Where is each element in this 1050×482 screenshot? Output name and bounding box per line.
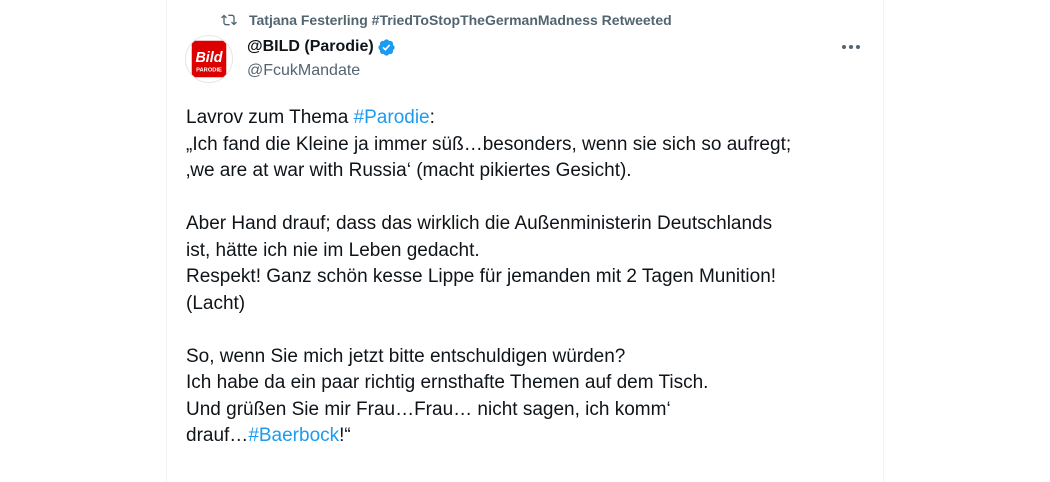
tweet-line-text: drauf… bbox=[186, 425, 249, 446]
retweet-label[interactable]: Tatjana Festerling #TriedToStopTheGerman… bbox=[249, 12, 672, 28]
hashtag-parodie-link[interactable]: #Parodie bbox=[354, 107, 430, 128]
svg-text:PARODIE: PARODIE bbox=[196, 67, 222, 73]
author-display-name[interactable]: @BILD (Parodie) bbox=[247, 38, 374, 56]
retweet-icon bbox=[221, 14, 237, 26]
tweet-line: ist, hätte ich nie im Leben gedacht. bbox=[186, 239, 480, 261]
retweet-context: Tatjana Festerling #TriedToStopTheGerman… bbox=[221, 9, 672, 31]
tweet-text: Lavrov zum Thema #Parodie: „Ich fand die… bbox=[186, 105, 866, 450]
tweet-line: drauf…#Baerbock!“ bbox=[186, 423, 866, 450]
tweet-line: So, wenn Sie mich jetzt bitte entschuldi… bbox=[186, 345, 626, 367]
bild-parodie-logo: Bild PARODIE bbox=[191, 40, 227, 78]
more-options-button[interactable] bbox=[839, 38, 863, 56]
tweet-line: Lavrov zum Thema #Parodie: bbox=[186, 105, 866, 132]
more-horizontal-icon bbox=[842, 45, 860, 49]
svg-text:Bild: Bild bbox=[195, 50, 223, 66]
tweet-card[interactable]: Tatjana Festerling #TriedToStopTheGerman… bbox=[166, 0, 884, 482]
tweet-line-text: !“ bbox=[339, 425, 351, 446]
tweet-line: Und grüßen Sie mir Frau…Frau… nicht sage… bbox=[186, 398, 671, 420]
tweet-line: ‚we are at war with Russia‘ (macht pikie… bbox=[186, 160, 632, 181]
tweet-line: (Lacht) bbox=[186, 292, 246, 314]
tweet-line-text: Lavrov zum Thema bbox=[186, 107, 354, 128]
tweet-line: Ich habe da ein paar richtig ernsthafte … bbox=[186, 372, 709, 393]
tweet-line: „Ich fand die Kleine ja immer süß…besond… bbox=[186, 133, 792, 155]
tweet-line: Aber Hand drauf; dass das wirklich die A… bbox=[186, 213, 773, 234]
author-handle[interactable]: @FcukMandate bbox=[247, 60, 396, 82]
tweet-line-text: : bbox=[429, 107, 435, 128]
tweet-line: Respekt! Ganz schön kesse Lippe für jema… bbox=[186, 266, 777, 287]
avatar[interactable]: Bild PARODIE bbox=[185, 35, 233, 83]
verified-badge-icon[interactable] bbox=[377, 38, 396, 57]
author-block: @BILD (Parodie) @FcukMandate bbox=[247, 36, 396, 82]
hashtag-baerbock-link[interactable]: #Baerbock bbox=[248, 425, 339, 446]
